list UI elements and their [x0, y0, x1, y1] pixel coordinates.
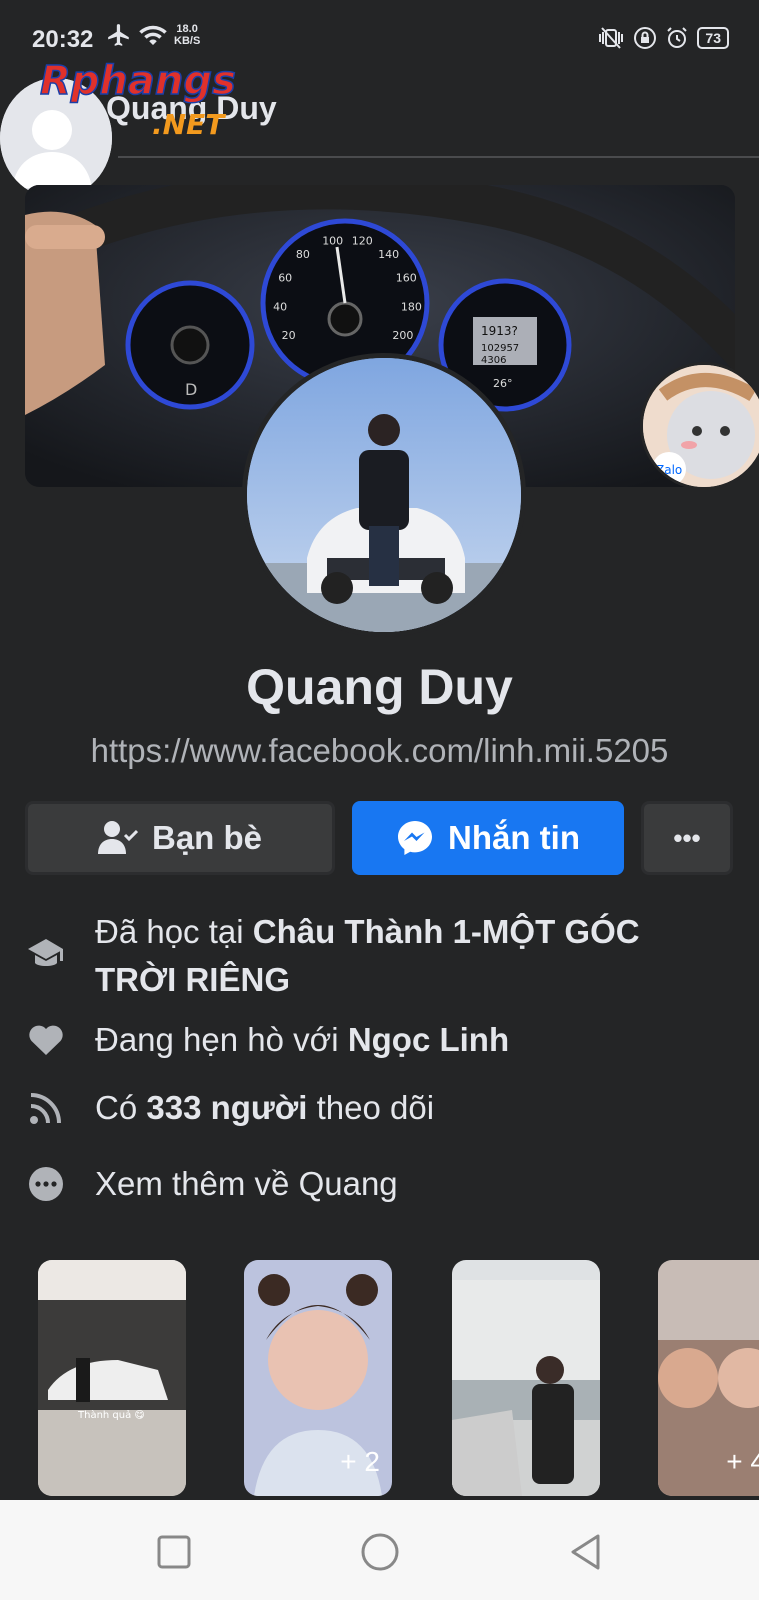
- photo-count: + 4: [726, 1446, 759, 1477]
- profile-photo[interactable]: [242, 353, 526, 637]
- speedometer-tick-label: 180: [401, 301, 422, 314]
- heart-icon: [26, 1020, 66, 1060]
- profile-name: Quang Duy: [246, 659, 513, 715]
- message-label: Nhắn tin: [448, 819, 580, 856]
- speedometer-tick-label: 200: [392, 329, 413, 342]
- friends-button[interactable]: Bạn bè: [25, 801, 335, 875]
- system-nav-bar: [0, 1500, 759, 1600]
- gear-indicator: D: [185, 380, 197, 399]
- followers-text: Có 333 người theo dõi: [95, 1089, 435, 1126]
- photo-count: + 2: [340, 1446, 380, 1477]
- more-horizontal-icon: [26, 1164, 66, 1204]
- featured-photo-3[interactable]: [452, 1260, 600, 1496]
- speedometer-tick-label: 40: [273, 301, 287, 314]
- recent-apps-icon[interactable]: [152, 1530, 196, 1574]
- vibrate-off-icon: [599, 27, 624, 49]
- home-icon[interactable]: [358, 1530, 402, 1574]
- wifi-icon: [139, 25, 167, 45]
- rss-feed-icon: [26, 1088, 66, 1128]
- svg-text:Rphangs: Rphangs: [40, 58, 236, 104]
- partner-name[interactable]: Ngọc Linh: [348, 1021, 509, 1058]
- more-options-button[interactable]: •••: [641, 801, 733, 875]
- speedometer-tick-label: 160: [396, 272, 417, 285]
- graduation-cap-icon: [26, 934, 66, 974]
- speedometer-tick-label: 100: [322, 235, 343, 248]
- status-left-icons: 18.0 KB/S: [106, 22, 200, 48]
- more-dots-icon: •••: [673, 822, 701, 853]
- profile-url[interactable]: https://www.facebook.com/linh.mii.5205: [0, 732, 759, 770]
- back-icon[interactable]: [564, 1530, 608, 1574]
- alarm-icon: [667, 27, 688, 48]
- seaside-photo: [452, 1260, 600, 1496]
- school-name[interactable]: Châu Thành 1-MỘT GÓC: [253, 913, 640, 950]
- battery-indicator: 73: [697, 27, 729, 49]
- photo-caption: Thành quả 😋: [77, 1409, 145, 1421]
- showroom-photo: Thành quả 😋: [38, 1260, 186, 1496]
- speedometer-tick-label: 120: [352, 235, 373, 248]
- temperature-readout: 26°: [493, 377, 513, 390]
- education-text: Đã học tại Châu Thành 1-MỘT GÓC TRỜI RIÊ…: [95, 913, 640, 998]
- friends-label: Bạn bè: [151, 819, 263, 856]
- net-speed: 18.0 KB/S: [174, 23, 201, 47]
- featured-photo-2[interactable]: + 2: [244, 1260, 392, 1496]
- speedometer-tick-label: 140: [378, 248, 399, 261]
- lock-rotation-icon: [634, 27, 657, 49]
- school-name-cont[interactable]: TRỜI RIÊNG: [95, 961, 290, 998]
- trip-readout: 102957: [481, 343, 519, 354]
- rphangs-watermark-logo: Rphangs .NET: [40, 58, 237, 141]
- message-button[interactable]: Nhắn tin: [352, 801, 624, 875]
- zalo-sticker-icon: Zalo: [643, 365, 759, 487]
- relationship-text: Đang hẹn hò với Ngọc Linh: [95, 1021, 510, 1058]
- status-right-icons: 73: [597, 26, 729, 50]
- odometer-readout: 1913?: [481, 324, 518, 338]
- speedometer-tick-label: 20: [282, 329, 296, 342]
- featured-photo-1[interactable]: Thành quả 😋: [38, 1260, 186, 1496]
- svg-text:.NET: .NET: [152, 108, 226, 141]
- featured-photo-4[interactable]: + 4: [658, 1260, 759, 1496]
- see-more-text[interactable]: Xem thêm về Quang: [95, 1160, 398, 1208]
- zalo-badge[interactable]: Zalo: [640, 362, 759, 490]
- profile-photo-image: [247, 358, 521, 632]
- status-time: 20:32: [32, 26, 94, 53]
- messenger-icon: [398, 821, 432, 855]
- speedometer-tick-label: 60: [278, 272, 292, 285]
- featured-photos: Thành quả 😋 + 2 + 4: [0, 1260, 759, 1496]
- header-divider: [118, 156, 759, 158]
- friend-check-icon: [97, 821, 138, 854]
- speedometer-tick-label: 80: [296, 248, 310, 261]
- trip2-readout: 4306: [481, 355, 506, 366]
- airplane-icon: [108, 24, 129, 46]
- followers-count[interactable]: 333 người: [146, 1089, 307, 1126]
